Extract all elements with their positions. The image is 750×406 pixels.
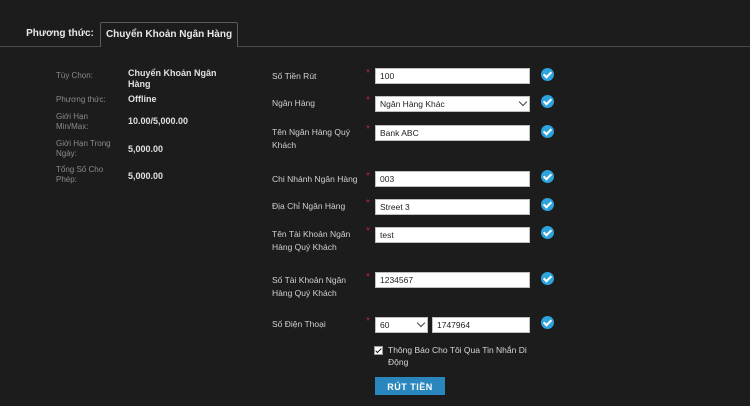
bank-select-value: Ngân Hàng Khác (375, 96, 530, 112)
bank-address-label: Địa Chỉ Ngân Hàng (272, 201, 346, 211)
valid-check-icon (541, 198, 554, 211)
valid-check-icon (541, 316, 554, 329)
summary-value: 5,000.00 (128, 171, 164, 181)
account-name-input[interactable]: test (375, 227, 530, 243)
sms-notify-label[interactable]: Thông Báo Cho Tôi Qua Tin Nhắn Di Động (388, 344, 538, 368)
valid-check-icon (541, 170, 554, 183)
valid-check-icon (541, 226, 554, 239)
amount-input[interactable]: 100 (375, 68, 530, 84)
required-mark: * (366, 171, 370, 182)
bank-select[interactable]: Ngân Hàng Khác (375, 96, 530, 112)
required-mark: * (366, 95, 370, 106)
summary-value: 5,000.00 (128, 144, 164, 154)
bank-name-input[interactable]: Bank ABC (375, 125, 530, 141)
branch-label: Chi Nhánh Ngân Hàng (272, 174, 358, 184)
withdraw-button[interactable]: RÚT TIỀN (375, 377, 445, 395)
phone-code-select[interactable]: 60 (375, 317, 428, 333)
summary-label: Giới Hạn Trong Ngày: (56, 139, 111, 158)
summary-label: Giới Hạn Min/Max: (56, 112, 89, 131)
bank-address-input[interactable]: Street 3 (375, 199, 530, 215)
required-mark: * (366, 272, 370, 283)
required-mark: * (366, 124, 370, 135)
phone-input[interactable]: 1747964 (432, 317, 530, 333)
bank-label: Ngân Hàng (272, 98, 316, 108)
summary-label: Tùy Chọn: (56, 71, 93, 80)
required-mark: * (366, 198, 370, 209)
summary-label: Tổng Số Cho Phép: (56, 165, 104, 184)
summary-label: Phương thức: (56, 95, 106, 104)
branch-input[interactable]: 003 (375, 171, 530, 187)
account-number-input[interactable]: 1234567 (375, 272, 530, 288)
account-number-label: Số Tài Khoản Ngân Hàng Quý Khách (272, 275, 347, 298)
summary-value: Offline (128, 94, 157, 104)
tab-method[interactable]: Phương thức: (20, 22, 100, 46)
valid-check-icon (541, 272, 554, 285)
valid-check-icon (541, 95, 554, 108)
valid-check-icon (541, 125, 554, 138)
tab-bar: Phương thức: Chuyển Khoản Ngân Hàng (0, 0, 750, 47)
required-mark: * (366, 226, 370, 237)
summary-value: Chuyển Khoản Ngân Hàng (128, 68, 217, 89)
sms-notify-checkbox[interactable] (374, 346, 383, 355)
valid-check-icon (541, 68, 554, 81)
required-mark: * (366, 68, 370, 79)
bank-name-label: Tên Ngân Hàng Quý Khách (272, 127, 350, 150)
tab-bank-transfer[interactable]: Chuyển Khoản Ngân Hàng (100, 22, 238, 47)
phone-label: Số Điện Thoại (272, 319, 326, 329)
account-name-label: Tên Tài Khoản Ngân Hàng Quý Khách (272, 229, 351, 252)
required-mark: * (366, 316, 370, 327)
summary-value: 10.00/5,000.00 (128, 116, 189, 126)
amount-label: Số Tiền Rút (272, 71, 317, 81)
